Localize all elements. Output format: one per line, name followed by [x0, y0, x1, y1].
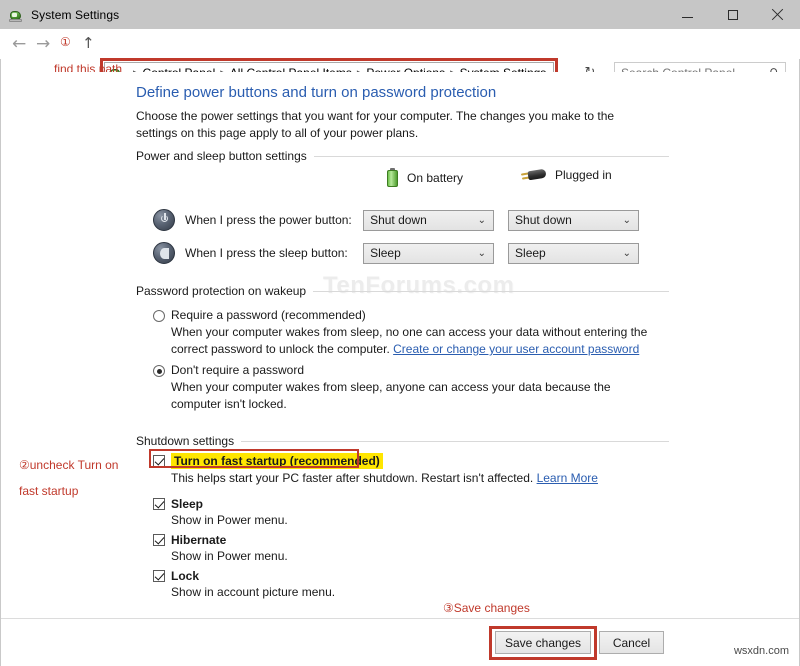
chevron-down-icon: ⌄ — [478, 215, 486, 226]
radio-button-selected-icon[interactable] — [153, 365, 165, 377]
radio-require-password-label: Require a password (recommended) — [171, 308, 366, 322]
site-credit: wsxdn.com — [734, 645, 789, 657]
power-button-plugged-in-dropdown[interactable]: Shut down ⌄ — [508, 210, 639, 231]
checkbox-fast-startup-description-text: This helps start your PC faster after sh… — [171, 471, 533, 485]
sleep-button-plugged-in-value: Sleep — [515, 246, 623, 260]
column-header-on-battery: On battery — [386, 168, 463, 187]
settings-content: TenForums.com Define power buttons and t… — [1, 72, 799, 618]
section-divider — [241, 441, 669, 442]
sleep-button-plugged-in-dropdown[interactable]: Sleep ⌄ — [508, 243, 639, 264]
close-button[interactable] — [755, 0, 800, 29]
radio-require-password[interactable]: Require a password (recommended) When yo… — [153, 308, 663, 358]
checkbox-sleep-box[interactable] — [153, 498, 165, 510]
annotation-step-2: ②uncheck Turn on fast startup — [19, 452, 139, 504]
minimize-icon — [682, 17, 693, 18]
checkbox-sleep-label: Sleep — [171, 497, 203, 511]
column-header-plugged-in: Plugged in — [521, 168, 612, 182]
checkbox-hibernate[interactable]: Hibernate Show in Power menu. — [153, 533, 653, 563]
back-button[interactable]: ← — [12, 36, 26, 52]
battery-icon — [386, 168, 399, 187]
password-section-header: Password protection on wakeup — [136, 284, 669, 298]
shutdown-section-header-label: Shutdown settings — [136, 434, 241, 448]
power-button-setting-row: When I press the power button: Shut down… — [153, 209, 653, 231]
power-button-icon — [153, 209, 175, 231]
chevron-down-icon: ⌄ — [478, 248, 486, 259]
checkbox-sleep-description: Show in Power menu. — [171, 513, 653, 527]
up-button[interactable]: ↑ — [82, 35, 95, 52]
checkbox-fast-startup[interactable]: Turn on fast startup (recommended) This … — [153, 453, 653, 485]
navigation-bar: ← → ① ↑ ▸ Control Panel ▸ All Control Pa… — [0, 29, 800, 59]
learn-more-link[interactable]: Learn More — [537, 471, 598, 485]
radio-button-unselected-icon[interactable] — [153, 310, 165, 322]
power-button-on-battery-value: Shut down — [370, 213, 478, 227]
column-header-plugged-in-label: Plugged in — [555, 168, 612, 182]
chevron-down-icon: ⌄ — [623, 215, 631, 226]
checkbox-fast-startup-label: Turn on fast startup (recommended) — [171, 453, 383, 469]
checkbox-sleep[interactable]: Sleep Show in Power menu. — [153, 497, 653, 527]
checkbox-lock[interactable]: Lock Show in account picture menu. — [153, 569, 653, 599]
section-divider — [313, 291, 669, 292]
sleep-button-icon — [153, 242, 175, 264]
power-button-setting-label: When I press the power button: — [185, 213, 363, 227]
radio-dont-require-password-label: Don't require a password — [171, 363, 304, 377]
system-settings-icon — [8, 7, 24, 23]
close-icon — [771, 8, 784, 21]
page-title: Define power buttons and turn on passwor… — [136, 84, 496, 101]
sleep-button-on-battery-value: Sleep — [370, 246, 478, 260]
checkbox-hibernate-description: Show in Power menu. — [171, 549, 653, 563]
radio-dont-require-password[interactable]: Don't require a password When your compu… — [153, 363, 663, 413]
annotation-step-1-marker: ① — [60, 35, 71, 49]
cancel-button[interactable]: Cancel — [599, 631, 664, 654]
checkbox-hibernate-label: Hibernate — [171, 533, 226, 547]
shutdown-section-header: Shutdown settings — [136, 434, 669, 448]
checkbox-fast-startup-box[interactable] — [153, 455, 165, 467]
system-settings-window: System Settings ← → ① ↑ ▸ Control Pa — [0, 0, 800, 666]
column-header-on-battery-label: On battery — [407, 171, 463, 185]
power-section-header-label: Power and sleep button settings — [136, 149, 314, 163]
password-section-header-label: Password protection on wakeup — [136, 284, 313, 298]
page-subtitle: Choose the power settings that you want … — [136, 108, 656, 142]
radio-require-password-description: When your computer wakes from sleep, no … — [171, 324, 659, 358]
title-bar: System Settings — [0, 0, 800, 29]
window-title: System Settings — [31, 8, 119, 22]
power-button-on-battery-dropdown[interactable]: Shut down ⌄ — [363, 210, 494, 231]
power-section-header: Power and sleep button settings — [136, 149, 669, 163]
minimize-button[interactable] — [665, 0, 710, 29]
forward-button[interactable]: → — [36, 36, 50, 52]
radio-dont-require-password-description: When your computer wakes from sleep, any… — [171, 379, 659, 413]
annotation-step-3: ③Save changes — [443, 601, 530, 615]
section-divider — [314, 156, 669, 157]
create-change-password-link[interactable]: Create or change your user account passw… — [393, 342, 639, 356]
sleep-button-setting-label: When I press the sleep button: — [185, 246, 363, 260]
sleep-button-setting-row: When I press the sleep button: Sleep ⌄ S… — [153, 242, 653, 264]
checkbox-fast-startup-description: This helps start your PC faster after sh… — [171, 471, 653, 485]
dialog-footer: Save changes Cancel wsxdn.com — [1, 618, 799, 666]
power-plug-icon — [521, 168, 547, 182]
chevron-down-icon: ⌄ — [623, 248, 631, 259]
checkbox-lock-label: Lock — [171, 569, 199, 583]
checkbox-lock-description: Show in account picture menu. — [171, 585, 653, 599]
window-controls — [665, 0, 800, 29]
maximize-icon — [728, 10, 738, 20]
checkbox-lock-box[interactable] — [153, 570, 165, 582]
checkbox-hibernate-box[interactable] — [153, 534, 165, 546]
maximize-button[interactable] — [710, 0, 755, 29]
sleep-button-on-battery-dropdown[interactable]: Sleep ⌄ — [363, 243, 494, 264]
save-changes-button[interactable]: Save changes — [495, 631, 591, 654]
power-button-plugged-in-value: Shut down — [515, 213, 623, 227]
